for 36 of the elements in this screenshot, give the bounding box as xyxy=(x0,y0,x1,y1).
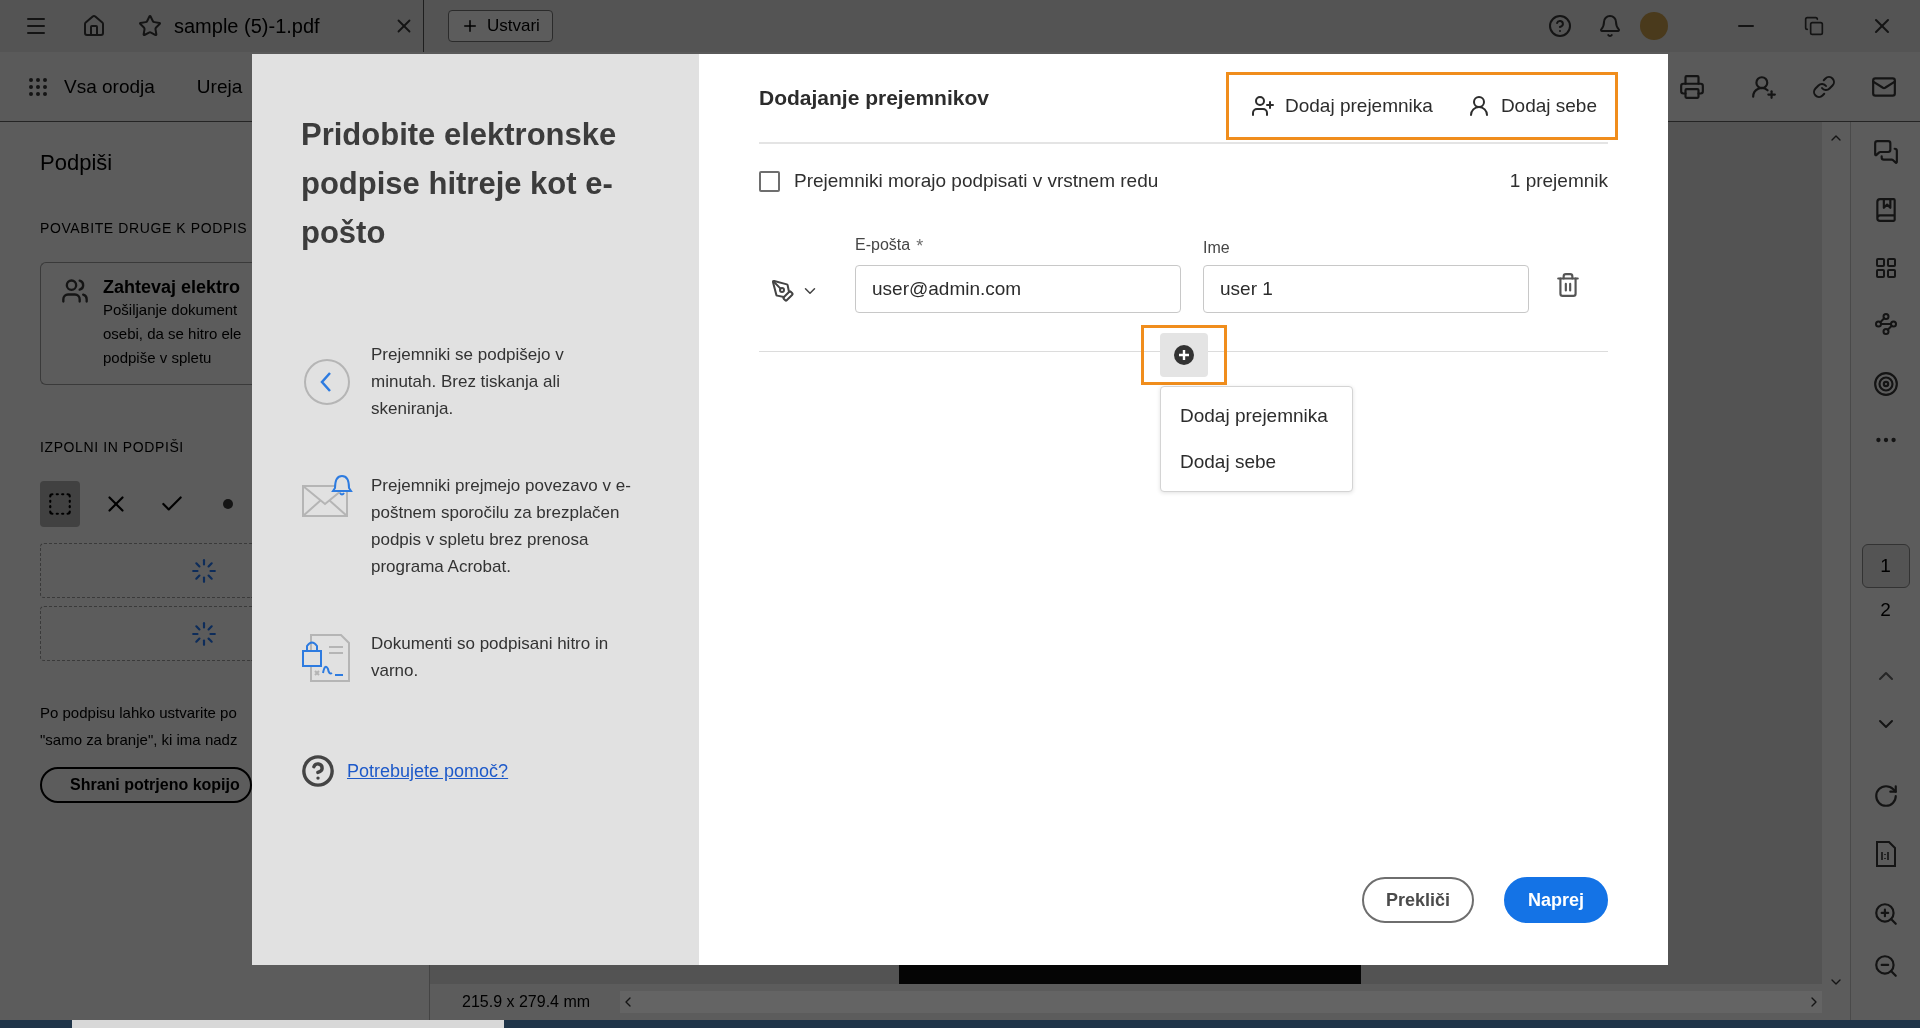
page-number-button[interactable]: 1 xyxy=(1861,544,1910,588)
field-label: E-pošta xyxy=(855,236,911,255)
dialog-title: Dodajanje prejemnikov xyxy=(759,86,989,110)
page-number-button[interactable]: 2 xyxy=(1861,588,1910,632)
next-button[interactable]: Naprej xyxy=(1503,877,1608,923)
section-heading: IZPOLNI IN PODPIŠI xyxy=(40,439,184,455)
feature-text: Prejemniki se podpišejo v minutah. Brez tiskanja ali skeniranja. xyxy=(371,344,565,420)
add-menu[interactable]: Dodaj prejemnika Dodaj sebe xyxy=(1160,386,1353,492)
name-field[interactable]: user 1 xyxy=(1203,265,1529,313)
feature-text: Dokumenti so podpisani hitro in varno. xyxy=(371,633,610,682)
note-text: Po podpisu lahko ustvarite po xyxy=(40,703,237,723)
help-link[interactable]: Potrebujete pomoč? xyxy=(347,760,509,782)
promo-title: Pridobite elektronske podpise hitreje kot e-pošto xyxy=(301,116,618,252)
email-field[interactable]: user@admin.com xyxy=(855,265,1181,313)
menu-item[interactable]: Dodaj sebe xyxy=(1161,439,1352,485)
note-text: "samo za branje", ki ima nadz xyxy=(40,730,238,750)
section-heading: POVABITE DRUGE K PODPIS xyxy=(40,220,248,236)
edit-menu[interactable]: Ureja xyxy=(196,75,243,98)
field-label: Ime xyxy=(1203,239,1230,257)
all-tools-button[interactable]: Vsa orodja xyxy=(64,75,155,98)
card-text: podpiše v spletu xyxy=(103,348,213,368)
required-mark: * xyxy=(916,236,924,257)
panel-title: Podpiši xyxy=(40,150,113,176)
create-button[interactable]: Ustvari xyxy=(448,10,553,42)
page-size-text: 215.9 x 279.4 mm xyxy=(462,993,591,1011)
add-action-button[interactable]: Dodaj sebe xyxy=(1466,94,1597,118)
cancel-button[interactable]: Prekliči xyxy=(1361,877,1474,923)
card-text: osebi, da se hitro ele xyxy=(103,324,242,344)
checkbox-label: Prejemniki morajo podpisati v vrstnem redu xyxy=(794,170,1159,192)
add-action-button[interactable]: Dodaj prejemnika xyxy=(1251,94,1433,118)
menu-item[interactable]: Dodaj prejemnika xyxy=(1161,393,1352,439)
card-text: Pošiljanje dokument xyxy=(103,300,239,320)
save-copy-button[interactable]: Shrani potrjeno kopijo xyxy=(40,767,252,803)
card-title: Zahtevaj elektro xyxy=(103,277,242,298)
feature-text: Prejemniki prejmejo povezavo v e-poštnem sporočilu za brezplačen podpis v spletu brez prenosa programa Acrobat. xyxy=(371,475,632,578)
recipient-count: 1 prejemnik xyxy=(1509,170,1608,192)
